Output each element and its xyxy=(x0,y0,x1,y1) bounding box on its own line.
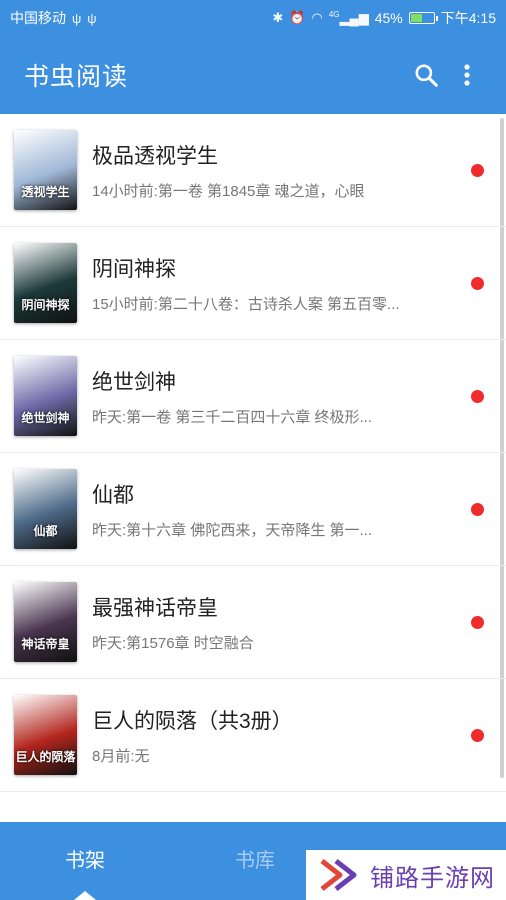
book-info: 极品透视学生 14小时前:第一卷 第1845章 魂之道，心眼 xyxy=(92,140,486,201)
wifi-icon: ◠ xyxy=(311,10,323,25)
book-latest-chapter: 昨天:第一卷 第三千二百四十六章 终极形... xyxy=(92,408,373,426)
app-bar: 书虫阅读 xyxy=(0,36,506,114)
cover-title: 仙都 xyxy=(33,524,58,538)
book-item[interactable]: 绝世剑神 绝世剑神 昨天:第一卷 第三千二百四十六章 终极形... xyxy=(0,340,506,453)
book-item[interactable]: 透视学生 极品透视学生 14小时前:第一卷 第1845章 魂之道，心眼 xyxy=(0,114,506,227)
network-type-label: 4G xyxy=(328,9,340,19)
book-item[interactable]: 神话帝皇 最强神话帝皇 昨天:第1576章 时空融合 xyxy=(0,566,506,679)
more-options-button[interactable] xyxy=(452,55,482,95)
book-info: 阴间神探 15小时前:第二十八卷：古诗杀人案 第五百零... xyxy=(92,253,486,314)
book-cover: 阴间神探 xyxy=(14,243,77,323)
book-latest-chapter: 15小时前:第二十八卷：古诗杀人案 第五百零... xyxy=(92,295,400,313)
cover-title: 阴间神探 xyxy=(21,298,70,312)
bookshelf-list[interactable]: 透视学生 极品透视学生 14小时前:第一卷 第1845章 魂之道，心眼 阴间神探… xyxy=(0,114,506,822)
book-info: 巨人的陨落（共3册） 8月前:无 xyxy=(92,705,486,766)
watermark: 铺路手游网 xyxy=(306,850,506,900)
book-info: 最强神话帝皇 昨天:第1576章 时空融合 xyxy=(92,592,486,653)
active-tab-indicator xyxy=(74,891,96,900)
cover-title: 巨人的陨落 xyxy=(15,750,76,764)
battery-percent: 45% xyxy=(374,10,403,26)
watermark-text: 铺路手游网 xyxy=(370,864,495,892)
tab-label: 书架 xyxy=(65,850,105,872)
tab-bookshelf[interactable]: 书架 xyxy=(0,822,170,900)
bluetooth-icon: ✱ xyxy=(272,10,284,25)
tab-label: 书库 xyxy=(235,850,275,872)
book-latest-chapter: 昨天:第十六章 佛陀西来，天帝降生 第一... xyxy=(92,521,373,539)
book-info: 仙都 昨天:第十六章 佛陀西来，天帝降生 第一... xyxy=(92,479,486,540)
book-item[interactable]: 仙都 仙都 昨天:第十六章 佛陀西来，天帝降生 第一... xyxy=(0,453,506,566)
book-title: 最强神话帝皇 xyxy=(92,596,218,620)
search-button[interactable] xyxy=(406,55,446,95)
cover-title: 透视学生 xyxy=(21,185,70,199)
more-vert-icon xyxy=(464,64,470,86)
book-item[interactable]: 巨人的陨落 巨人的陨落（共3册） 8月前:无 xyxy=(0,679,506,792)
book-cover: 神话帝皇 xyxy=(14,582,77,662)
search-icon xyxy=(415,64,438,87)
usb-icon-2: ψ xyxy=(87,10,97,26)
unread-dot xyxy=(471,729,484,742)
app-title: 书虫阅读 xyxy=(24,63,129,91)
book-cover: 仙都 xyxy=(14,469,77,549)
unread-dot xyxy=(471,390,484,403)
carrier-label: 中国移动 xyxy=(10,10,66,26)
book-cover: 巨人的陨落 xyxy=(14,695,77,775)
book-title: 极品透视学生 xyxy=(92,144,218,168)
book-title: 仙都 xyxy=(92,483,134,507)
book-title: 巨人的陨落（共3册） xyxy=(92,709,293,733)
book-title: 阴间神探 xyxy=(92,257,176,281)
unread-dot xyxy=(471,616,484,629)
clock: 下午4:15 xyxy=(440,10,496,26)
unread-dot xyxy=(471,164,484,177)
book-cover: 透视学生 xyxy=(14,130,77,210)
book-cover: 绝世剑神 xyxy=(14,356,77,436)
book-item[interactable]: 阴间神探 阴间神探 15小时前:第二十八卷：古诗杀人案 第五百零... xyxy=(0,227,506,340)
cover-title: 绝世剑神 xyxy=(21,411,70,425)
usb-icon: ψ xyxy=(72,10,82,26)
battery-fill xyxy=(410,14,422,22)
signal-icon: 4G▂▄▆ xyxy=(328,9,369,26)
unread-dot xyxy=(471,277,484,290)
battery-icon xyxy=(408,12,438,24)
cover-title: 神话帝皇 xyxy=(21,637,70,651)
alarm-icon: ⏰ xyxy=(289,10,306,25)
unread-dot xyxy=(471,503,484,516)
watermark-logo-icon xyxy=(320,859,357,891)
status-bar: 中国移动 ψ ψ ✱ ⏰ ◠ 4G▂▄▆ 45% 下午4:15 xyxy=(0,0,506,36)
book-latest-chapter: 8月前:无 xyxy=(92,747,150,765)
book-info: 绝世剑神 昨天:第一卷 第三千二百四十六章 终极形... xyxy=(92,366,486,427)
book-latest-chapter: 昨天:第1576章 时空融合 xyxy=(92,634,254,652)
book-latest-chapter: 14小时前:第一卷 第1845章 魂之道，心眼 xyxy=(92,182,365,200)
book-title: 绝世剑神 xyxy=(92,370,176,394)
